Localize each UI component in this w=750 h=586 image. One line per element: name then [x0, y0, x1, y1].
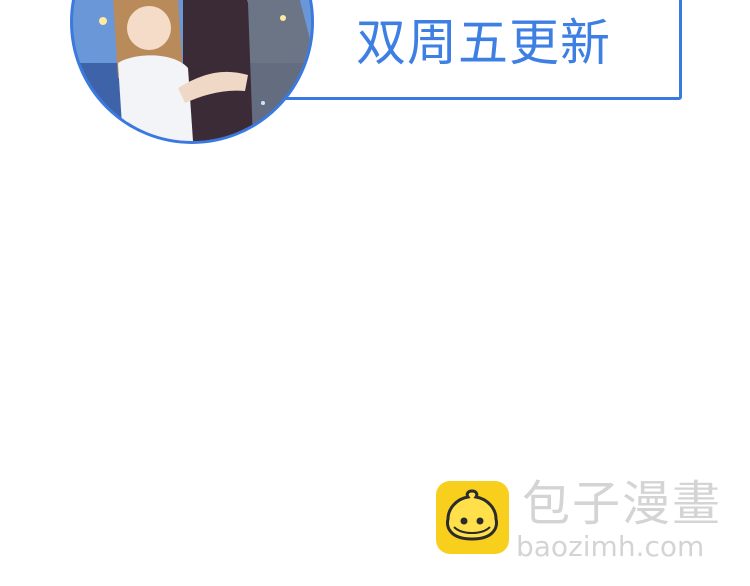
watermark: 包子漫畫 baozimh.com	[436, 477, 726, 571]
schedule-text: 双周五更新	[356, 14, 611, 72]
watermark-url: baozimh.com	[516, 530, 705, 563]
bun-mascot-icon	[446, 489, 498, 541]
cover-avatar	[70, 0, 314, 144]
logo	[436, 481, 509, 554]
cover-illustration	[73, 0, 311, 141]
watermark-title: 包子漫畫	[522, 476, 723, 532]
